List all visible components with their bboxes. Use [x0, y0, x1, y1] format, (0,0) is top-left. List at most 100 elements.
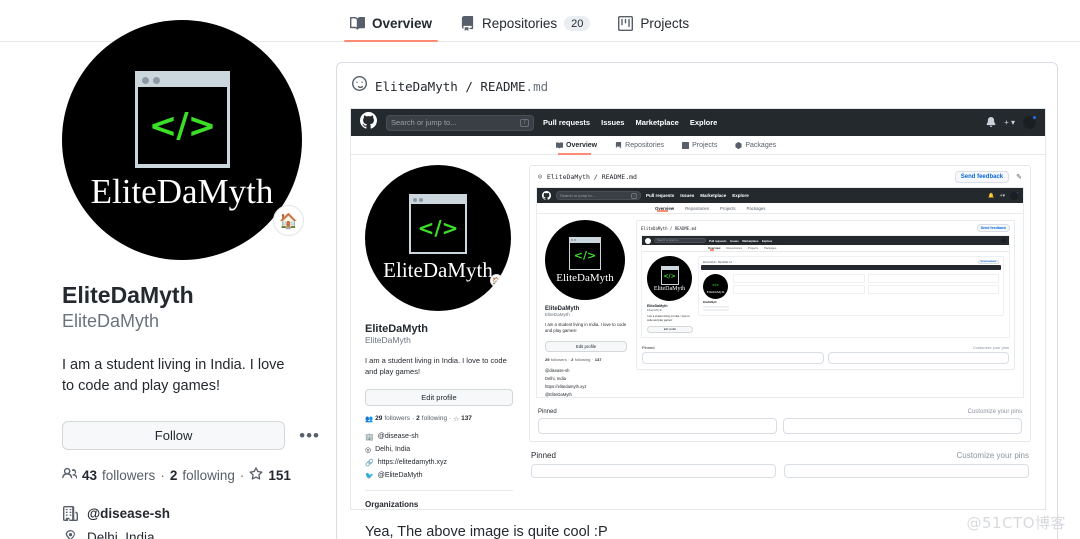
nav-pull-requests[interactable]: Pull requests [543, 118, 590, 127]
nav-issues[interactable]: Issues [730, 239, 739, 243]
nested2-tab-repositories[interactable]: Repositories [685, 206, 709, 211]
send-feedback-button[interactable]: Send feedback [976, 224, 1010, 232]
nav-pull-requests[interactable]: Pull requests [646, 193, 674, 198]
nested-tab-packages[interactable]: Packages [735, 136, 776, 154]
pinned-card[interactable] [783, 417, 1022, 434]
nav-explore[interactable]: Explore [732, 193, 749, 198]
plus-dropdown-icon[interactable]: +▾ [1000, 193, 1005, 199]
nested-meta-organization[interactable]: 🏢 @disease-sh [365, 433, 513, 441]
nested-search-input[interactable]: Search or jump to... / [386, 114, 534, 131]
customize-pins-link[interactable]: Customize your pins [968, 409, 1022, 415]
pinned-card[interactable] [784, 463, 1029, 478]
nested-file-bar: ☺ EliteDaMyth / README.md Send feedback … [530, 166, 1030, 187]
pencil-icon[interactable]: ✎ [1016, 173, 1022, 181]
avatar[interactable]: </> EliteDaMyth [62, 20, 302, 260]
followers-count[interactable]: 43 [82, 468, 97, 483]
pinned-card[interactable] [827, 351, 1009, 364]
nested3-tab-packages[interactable]: Packages [764, 246, 776, 250]
github-mark-icon[interactable] [542, 187, 551, 205]
stars-count[interactable]: 151 [268, 468, 291, 483]
nested-following-count: 2 [416, 415, 420, 422]
nav-explore[interactable]: Explore [762, 239, 772, 243]
nav-marketplace[interactable]: Marketplace [742, 239, 758, 243]
user-avatar-icon[interactable] [1023, 115, 1037, 129]
nested-meta-website[interactable]: 🔗 https://elitedamyth.xyz [365, 459, 513, 467]
nested3-search-input[interactable]: Search or jump to... [654, 238, 706, 243]
nested3-edit-profile-button[interactable]: Edit profile [647, 325, 693, 333]
nested-status-badge[interactable]: 🏠 [490, 274, 503, 287]
nested-tab-repositories[interactable]: Repositories [615, 136, 664, 154]
send-feedback-button[interactable]: Send feedback [977, 260, 999, 264]
pinned-card[interactable] [538, 417, 777, 434]
location-icon: ◎ [365, 446, 372, 454]
plus-dropdown-icon[interactable]: + ▾ [1004, 118, 1015, 127]
customize-pins-link[interactable]: Customize your pins [957, 451, 1029, 460]
pinned-card[interactable] [867, 274, 999, 283]
nested2-tab-packages[interactable]: Packages [747, 206, 766, 211]
nested2-search-input[interactable]: Search or jump to... / [556, 191, 641, 200]
nested2-meta-website[interactable]: https://elitedamyth.xyz [545, 384, 627, 389]
nav-issues[interactable]: Issues [601, 118, 624, 127]
nested2-avatar[interactable]: </> EliteDaMyth [545, 220, 625, 300]
nested-profile-area: </> EliteDaMyth 🏠 EliteDaMyth EliteDaMyt… [351, 155, 1045, 509]
organization-icon [62, 506, 78, 522]
nested3-nav: Pull requests Issues Marketplace Explore [709, 239, 772, 243]
customize-pins-link[interactable]: Customize your pins [973, 345, 1009, 350]
following-count[interactable]: 2 [170, 468, 178, 483]
follow-button[interactable]: Follow [62, 421, 286, 451]
nav-pull-requests[interactable]: Pull requests [709, 239, 727, 243]
nested-edit-profile-button[interactable]: Edit profile [365, 388, 513, 406]
nested2-edit-profile-button[interactable]: Edit profile [545, 340, 627, 352]
nested3-tab-overview[interactable]: Overview [708, 246, 720, 251]
smiley-icon [352, 76, 367, 96]
nested2-profile-bio: I am a student living in India. I love t… [545, 322, 627, 334]
notification-dot [1032, 115, 1037, 120]
nested4-main-column [733, 274, 999, 311]
nav-issues[interactable]: Issues [680, 193, 694, 198]
nested4-avatar[interactable]: </> EliteDaMyth [703, 274, 728, 299]
more-options-button[interactable]: ••• [295, 426, 324, 446]
tab-projects[interactable]: Projects [604, 16, 703, 41]
pinned-card[interactable] [733, 274, 865, 283]
nested2-meta-twitter[interactable]: @EliteDaMyth [545, 392, 627, 397]
send-feedback-button[interactable]: Send feedback [954, 171, 1010, 183]
user-avatar-icon[interactable] [1010, 190, 1019, 200]
people-icon [62, 466, 78, 484]
nested2-meta-location: Delhi, India [545, 375, 566, 381]
nested-nav: Pull requests Issues Marketplace Explore [543, 118, 717, 127]
pinned-card[interactable] [733, 285, 865, 294]
pinned-card[interactable] [642, 351, 824, 364]
path-separator: / [465, 78, 473, 94]
nested3-avatar[interactable]: </> EliteDaMyth [647, 256, 692, 301]
tab-overview[interactable]: Overview [336, 16, 446, 42]
nested-avatar[interactable]: </> EliteDaMyth 🏠 [365, 165, 511, 311]
pinned-card[interactable] [867, 285, 999, 294]
meta-organization[interactable]: @disease-sh [62, 506, 324, 522]
nested-tab-projects[interactable]: Projects [682, 136, 717, 154]
nested2-tab-projects[interactable]: Projects [720, 206, 736, 211]
tab-repositories[interactable]: Repositories 20 [446, 16, 604, 41]
nav-marketplace[interactable]: Marketplace [700, 193, 726, 198]
bell-icon[interactable]: 🔔 [988, 193, 994, 199]
following-label[interactable]: following [182, 468, 235, 483]
github-mark-icon[interactable] [360, 111, 377, 134]
status-badge[interactable]: 🏠 [273, 205, 304, 236]
nested-outer-pinned-row: Pinned Customize your pins [529, 442, 1031, 464]
nested-meta-twitter[interactable]: 🐦 @EliteDaMyth [365, 472, 513, 480]
meta-text[interactable]: @disease-sh [87, 506, 170, 521]
nested-following-label: following [421, 415, 448, 422]
meta-text: @disease-sh [377, 433, 419, 440]
github-mark-icon[interactable] [645, 237, 651, 244]
nav-marketplace[interactable]: Marketplace [635, 118, 678, 127]
user-avatar-icon[interactable] [1001, 238, 1006, 243]
nested3-tab-projects[interactable]: Projects [748, 246, 758, 250]
bell-icon[interactable] [986, 116, 996, 129]
nav-explore[interactable]: Explore [690, 118, 718, 127]
nested3-tab-repositories[interactable]: Repositories [726, 246, 742, 250]
watermark: @51CTO博客 [966, 514, 1066, 532]
nested-tab-overview[interactable]: Overview [556, 136, 597, 155]
pinned-card[interactable] [531, 463, 776, 478]
nested2-meta-organization[interactable]: @disease-sh [545, 368, 627, 373]
followers-label[interactable]: followers [102, 468, 155, 483]
nested2-tab-overview[interactable]: Overview [655, 206, 674, 212]
